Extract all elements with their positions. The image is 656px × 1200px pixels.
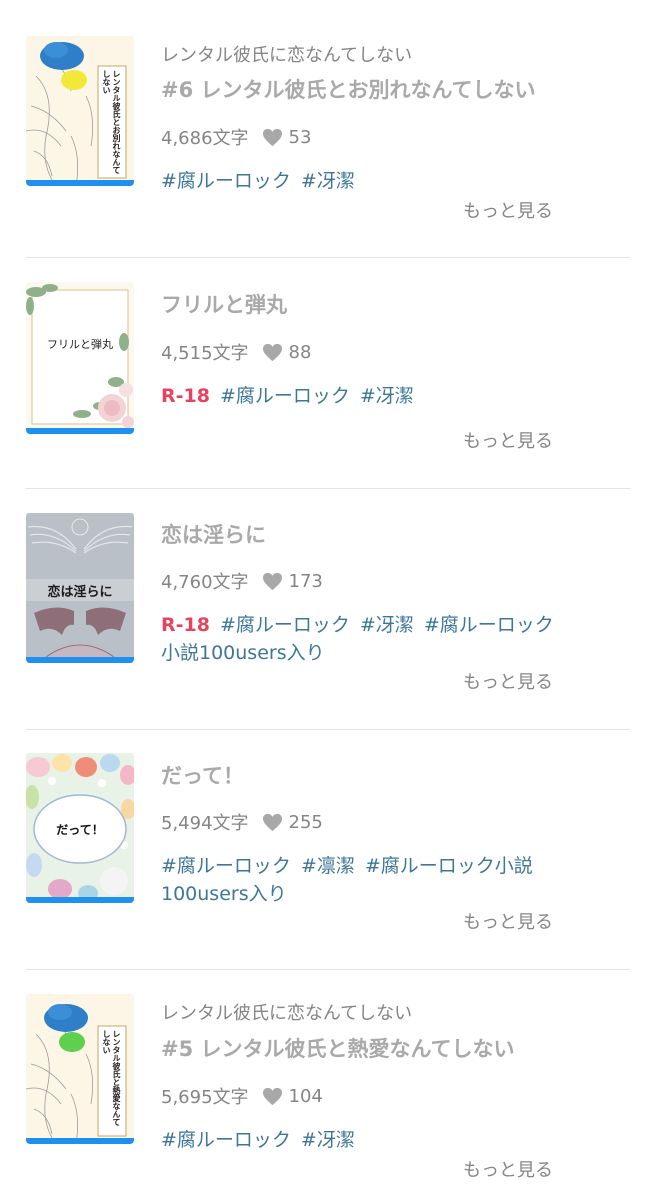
tag[interactable]: #腐ルーロック: [424, 614, 554, 636]
divider: [26, 488, 630, 489]
like-count: 53: [288, 126, 312, 148]
more-link[interactable]: もっと見る: [463, 427, 553, 453]
more-link[interactable]: もっと見る: [463, 1156, 553, 1182]
like-count: 104: [288, 1085, 323, 1107]
tag[interactable]: #腐ルーロック: [220, 614, 350, 636]
novel-meta: 4,686文字 53: [161, 124, 311, 150]
like-count: 255: [288, 811, 323, 833]
tag[interactable]: #冴潔: [360, 385, 414, 407]
heart-icon: [262, 813, 282, 831]
tag[interactable]: #冴潔: [360, 614, 414, 636]
series-title[interactable]: レンタル彼氏に恋なんてしない: [161, 41, 412, 67]
cover-accent-bar: [26, 180, 134, 186]
like-count: 173: [288, 570, 323, 592]
char-count: 5,494文字: [161, 813, 249, 834]
tag[interactable]: #冴潔: [301, 170, 355, 192]
divider: [26, 257, 630, 258]
char-count: 4,686文字: [161, 128, 249, 149]
divider: [26, 729, 630, 730]
more-link[interactable]: もっと見る: [463, 668, 553, 694]
novel-meta: 5,695文字 104: [161, 1083, 323, 1109]
novel-title[interactable]: #6 レンタル彼氏とお別れなんてしない: [161, 74, 535, 104]
cover-image[interactable]: だって！: [26, 753, 134, 903]
cover-text: フリルと弾丸: [47, 338, 113, 351]
cover-image[interactable]: レンタル彼氏と熱愛なんてしない: [26, 994, 134, 1144]
tag-list: #腐ルーロック #冴潔: [161, 167, 581, 195]
tag-list: #腐ルーロック #冴潔: [161, 1126, 581, 1154]
novel-title[interactable]: 恋は淫らに: [161, 519, 266, 549]
heart-icon: [262, 128, 282, 146]
cover-accent-bar: [26, 897, 134, 903]
novel-title[interactable]: #5 レンタル彼氏と熱愛なんてしない: [161, 1033, 514, 1063]
more-link[interactable]: もっと見る: [463, 197, 553, 223]
char-count: 4,760文字: [161, 572, 249, 593]
heart-icon: [262, 343, 282, 361]
tag[interactable]: #腐ルーロック小説: [365, 855, 533, 877]
novel-meta: 5,494文字 255: [161, 809, 323, 835]
heart-icon: [262, 572, 282, 590]
novel-list: レンタル彼氏とお別れなんてしない レンタル彼氏に恋なんてしない #6 レンタル彼…: [0, 0, 656, 1200]
cover-text: だって！: [56, 823, 104, 837]
tag[interactable]: #冴潔: [301, 1129, 355, 1151]
tag[interactable]: 小説100users入り: [161, 642, 325, 664]
tag[interactable]: #腐ルーロック: [161, 1129, 291, 1151]
cover-image[interactable]: レンタル彼氏とお別れなんてしない: [26, 36, 134, 186]
tag[interactable]: #凛潔: [301, 855, 355, 877]
r18-badge[interactable]: R-18: [161, 614, 210, 636]
cover-text: レンタル彼氏と熱愛なんてしない: [102, 1030, 122, 1126]
tag-list: #腐ルーロック #凛潔 #腐ルーロック小説 100users入り: [161, 852, 581, 908]
char-count: 5,695文字: [161, 1087, 249, 1108]
cover-image[interactable]: 恋は淫らに: [26, 513, 134, 663]
r18-badge[interactable]: R-18: [161, 385, 210, 407]
series-title[interactable]: レンタル彼氏に恋なんてしない: [161, 999, 412, 1025]
heart-icon: [262, 1087, 282, 1105]
tag[interactable]: #腐ルーロック: [220, 385, 350, 407]
char-count: 4,515文字: [161, 343, 249, 364]
novel-meta: 4,515文字 88: [161, 339, 311, 365]
tag[interactable]: 100users入り: [161, 883, 287, 905]
cover-text: 恋は淫らに: [47, 585, 113, 600]
cover-accent-bar: [26, 657, 134, 663]
tag[interactable]: #腐ルーロック: [161, 855, 291, 877]
tag-list: R-18 #腐ルーロック #冴潔: [161, 382, 581, 410]
floral-frame-illustration: [26, 284, 134, 428]
tag[interactable]: #腐ルーロック: [161, 170, 291, 192]
novel-title[interactable]: フリルと弾丸: [161, 289, 287, 319]
more-link[interactable]: もっと見る: [463, 908, 553, 934]
novel-title[interactable]: だって！: [161, 760, 244, 790]
tag-list: R-18 #腐ルーロック #冴潔 #腐ルーロック小説100users入り: [161, 611, 581, 667]
cover-accent-bar: [26, 428, 134, 434]
novel-meta: 4,760文字 173: [161, 568, 323, 594]
like-count: 88: [288, 341, 312, 363]
cover-accent-bar: [26, 1138, 134, 1144]
divider: [26, 969, 630, 970]
cover-text: レンタル彼氏とお別れなんてしない: [102, 70, 122, 174]
cover-image[interactable]: フリルと弾丸: [26, 282, 134, 434]
